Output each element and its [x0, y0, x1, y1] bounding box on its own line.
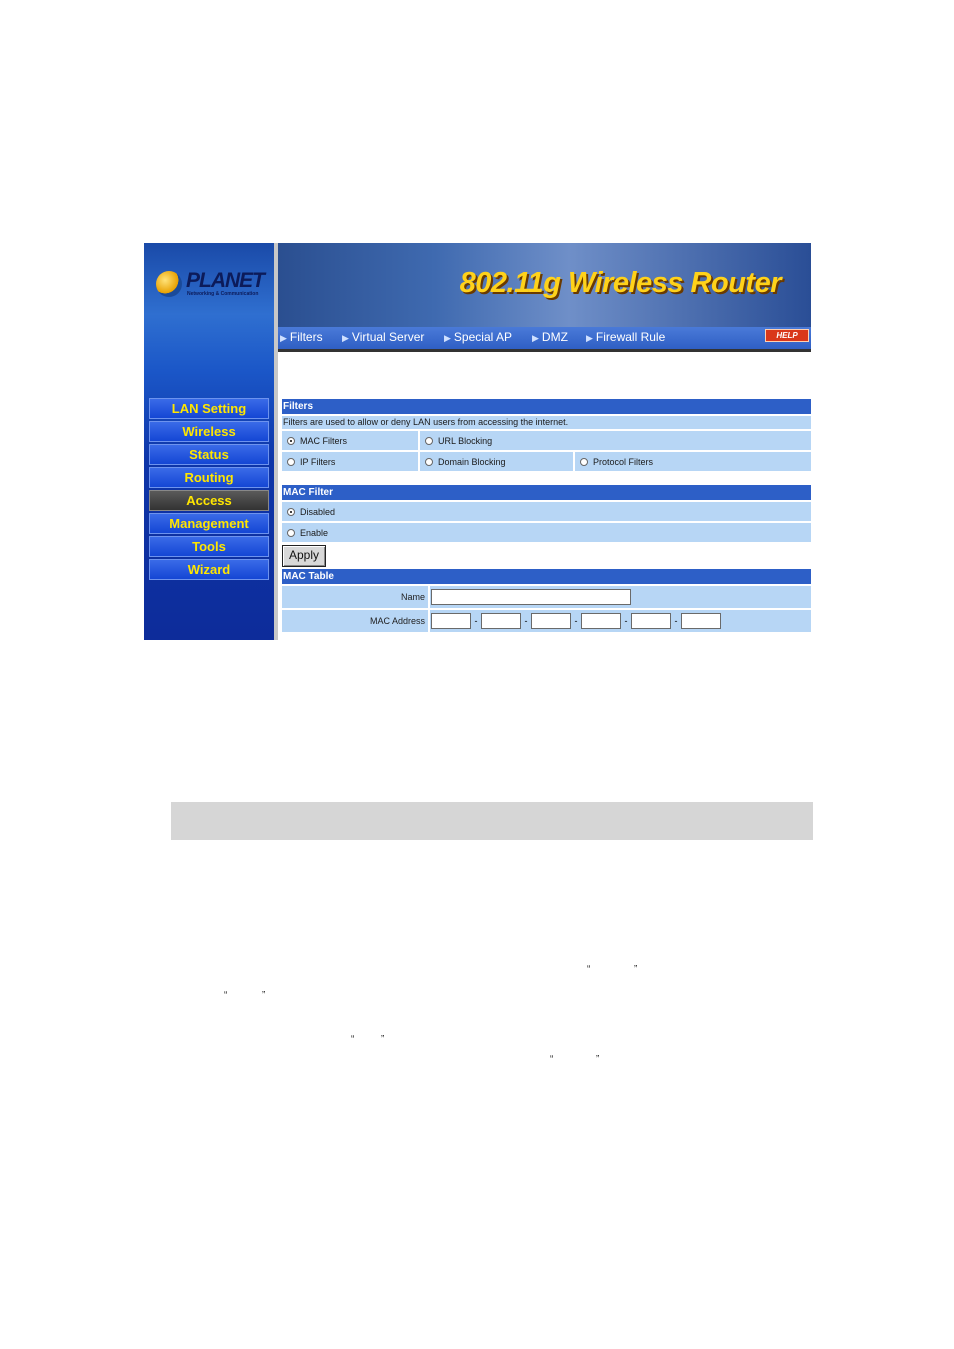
tab-virtual-server[interactable]: ▶ Virtual Server: [342, 330, 424, 344]
mac-filter-disabled-row: Disabled: [282, 502, 811, 521]
radio-url-blocking[interactable]: [425, 436, 433, 445]
sidebar: PLANET Networking & Communication LAN Se…: [144, 243, 274, 640]
quote-open: “: [224, 990, 228, 1001]
option-disabled[interactable]: Disabled: [282, 502, 811, 521]
option-enable[interactable]: Enable: [282, 523, 811, 542]
sidebar-item-routing[interactable]: Routing: [149, 467, 269, 488]
mac-separator: -: [624, 616, 628, 626]
option-label: URL Blocking: [438, 435, 493, 446]
mac-separator: -: [674, 616, 678, 626]
arrow-right-icon: ▶: [342, 333, 349, 343]
option-label: MAC Filters: [300, 435, 347, 446]
option-protocol-filters[interactable]: Protocol Filters: [575, 452, 811, 471]
arrow-right-icon: ▶: [532, 333, 539, 343]
main-content: Filters Filters are used to allow or den…: [282, 399, 811, 632]
product-title: 802.11g Wireless Router: [459, 267, 782, 299]
mac-octet-6-input[interactable]: [681, 613, 721, 629]
filters-header: Filters: [282, 399, 811, 414]
mac-octet-1-input[interactable]: [431, 613, 471, 629]
tab-filters[interactable]: ▶ Filters: [280, 330, 323, 344]
radio-enable[interactable]: [287, 528, 295, 537]
sidebar-item-lan-setting[interactable]: LAN Setting: [149, 398, 269, 419]
radio-mac-filters[interactable]: [287, 436, 295, 445]
quote-open: “: [550, 1054, 554, 1065]
option-mac-filters[interactable]: MAC Filters: [282, 431, 420, 450]
mac-filter-header: MAC Filter: [282, 485, 811, 500]
sidebar-item-wireless[interactable]: Wireless: [149, 421, 269, 442]
mac-address-label: MAC Address: [282, 610, 430, 632]
tab-dmz[interactable]: ▶ DMZ: [532, 330, 568, 344]
tab-label: Special AP: [453, 330, 512, 344]
radio-domain-blocking[interactable]: [425, 457, 433, 466]
frame-divider: [274, 243, 278, 640]
arrow-right-icon: ▶: [586, 333, 593, 343]
option-domain-blocking[interactable]: Domain Blocking: [420, 452, 575, 471]
mac-octet-2-input[interactable]: [481, 613, 521, 629]
filters-row-1: MAC Filters URL Blocking: [282, 431, 811, 450]
sidebar-item-wizard[interactable]: Wizard: [149, 559, 269, 580]
mac-filter-enable-row: Enable: [282, 523, 811, 542]
tab-label: Filters: [289, 330, 323, 344]
quote-close: ”: [262, 990, 266, 1001]
planet-globe-icon: [156, 271, 182, 297]
mac-separator: -: [524, 616, 528, 626]
header-banner: 802.11g Wireless Router: [274, 243, 811, 327]
quote-close: ”: [381, 1034, 385, 1045]
name-value-cell: [430, 586, 811, 608]
mac-separator: -: [474, 616, 478, 626]
logo-tagline: Networking & Communication: [187, 291, 259, 297]
radio-protocol-filters[interactable]: [580, 457, 588, 466]
quote-open: “: [587, 964, 591, 975]
router-screenshot: PLANET Networking & Communication LAN Se…: [144, 243, 811, 640]
mac-table-address-row: MAC Address - - - - -: [282, 610, 811, 632]
filters-description: Filters are used to allow or deny LAN us…: [282, 416, 811, 429]
sidebar-item-tools[interactable]: Tools: [149, 536, 269, 557]
arrow-right-icon: ▶: [444, 333, 451, 343]
sidebar-item-status[interactable]: Status: [149, 444, 269, 465]
tab-special-ap[interactable]: ▶ Special AP: [444, 330, 512, 344]
option-label: Disabled: [300, 506, 336, 517]
planet-logo: PLANET Networking & Communication: [156, 267, 265, 299]
quote-close: ”: [596, 1054, 600, 1065]
option-label: Enable: [300, 527, 329, 538]
tab-label: Virtual Server: [351, 330, 425, 344]
logo-text: PLANET: [186, 269, 265, 292]
option-ip-filters[interactable]: IP Filters: [282, 452, 420, 471]
help-button[interactable]: HELP: [765, 329, 809, 342]
top-tabs: ▶ Filters ▶ Virtual Server ▶ Special AP ▶ DM…: [274, 327, 811, 352]
mac-table-name-row: Name: [282, 586, 811, 608]
mac-octet-5-input[interactable]: [631, 613, 671, 629]
tab-label: Firewall Rule: [595, 330, 666, 344]
quote-open: “: [351, 1034, 355, 1045]
radio-ip-filters[interactable]: [287, 457, 295, 466]
filters-row-2: IP Filters Domain Blocking Protocol Filt…: [282, 452, 811, 471]
radio-disabled[interactable]: [287, 507, 295, 516]
sidebar-item-management[interactable]: Management: [149, 513, 269, 534]
apply-button[interactable]: Apply: [282, 545, 326, 567]
name-label: Name: [282, 586, 430, 608]
mac-address-cell: - - - - -: [430, 610, 811, 632]
option-label: Domain Blocking: [438, 456, 506, 467]
mac-octet-4-input[interactable]: [581, 613, 621, 629]
option-url-blocking[interactable]: URL Blocking: [420, 431, 811, 450]
name-input[interactable]: [431, 589, 631, 605]
option-label: Protocol Filters: [593, 456, 654, 467]
tab-label: DMZ: [541, 330, 568, 344]
quote-close: ”: [634, 964, 638, 975]
option-label: IP Filters: [300, 456, 336, 467]
mac-octet-3-input[interactable]: [531, 613, 571, 629]
arrow-right-icon: ▶: [280, 333, 287, 343]
mac-separator: -: [574, 616, 578, 626]
sidebar-nav: LAN Setting Wireless Status Routing Acce…: [149, 398, 269, 582]
gray-heading-bar: [171, 802, 813, 840]
tab-firewall-rule[interactable]: ▶ Firewall Rule: [586, 330, 665, 344]
sidebar-item-access[interactable]: Access: [149, 490, 269, 511]
mac-table-header: MAC Table: [282, 569, 811, 584]
